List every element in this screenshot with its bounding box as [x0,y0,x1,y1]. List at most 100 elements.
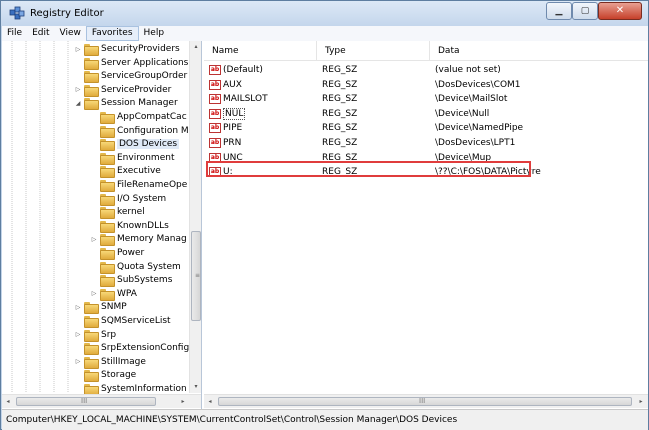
tree-item[interactable]: AppCompatCac [90,111,187,124]
menu-view[interactable]: View [55,26,86,41]
expand-arrow-icon[interactable]: ▷ [74,331,82,338]
close-button[interactable]: ✕ [598,2,642,20]
tree-item[interactable]: ▷ StillImage [74,356,146,369]
expand-arrow-icon[interactable]: ▷ [74,86,82,93]
column-name-header[interactable]: Name [204,41,317,61]
minimize-icon: ▁ [555,5,563,16]
folder-icon [84,302,99,315]
tree-hscroll-thumb[interactable]: III [16,397,156,406]
tree-item[interactable]: SubSystems [90,274,172,288]
tree-item-label: Server Applications [101,57,189,68]
tree-item[interactable]: Environment [90,152,174,165]
window-controls: ▁ ▢ ✕ [546,2,642,20]
expand-arrow-icon[interactable]: ▷ [74,304,82,311]
string-value-icon: ab [209,94,221,105]
values-pane: Name Type Data ab (Default) REG_SZ (value n… [204,41,648,409]
tree-item[interactable]: ◢ Session Manager [74,97,178,111]
value-row[interactable]: ab PIPE REG_SZ \Device\NamedPipe [204,121,648,135]
tree-item-label: kernel [117,207,145,218]
scroll-left-icon[interactable]: ◂ [204,395,216,409]
folder-icon [100,234,115,247]
tree-item[interactable]: kernel [90,206,145,220]
value-data-cell: \Device\MailSlot [435,94,508,105]
column-type-header[interactable]: Type [317,41,430,61]
tree-item[interactable]: ▷ Srp [74,329,116,342]
tree-item-label: SNMP [101,302,127,313]
scroll-right-icon[interactable]: ▸ [635,395,647,409]
value-name: PRN [223,138,242,148]
value-data-cell: \DosDevices\COM1 [435,79,521,90]
status-bar: Computer\HKEY_LOCAL_MACHINE\SYSTEM\Curre… [2,409,648,430]
tree-scroll-thumb[interactable]: ≡ [191,231,201,321]
tree-item[interactable]: ▷ SecurityProviders [74,43,180,56]
scroll-right-icon[interactable]: ▸ [177,395,189,409]
tree-item-label: SrpExtensionConfig [101,343,190,354]
menu-bar: File Edit View Favorites Help [2,26,648,41]
tree-horizontal-scrollbar[interactable]: ◂ III ▸ [2,394,201,408]
expand-arrow-icon[interactable]: ▷ [74,358,82,365]
menu-file[interactable]: File [2,26,27,41]
value-data-cell: \Device\Null [435,108,490,119]
list-hscroll-thumb[interactable]: III [218,397,632,406]
folder-icon [84,71,99,84]
value-row[interactable]: ab PRN REG_SZ \DosDevices\LPT1 [204,136,648,150]
tree-vertical-scrollbar[interactable]: ▴ ≡ ▾ [189,41,201,393]
value-type-cell: REG_SZ [322,123,358,134]
value-row[interactable]: ab AUX REG_SZ \DosDevices\COM1 [204,78,648,92]
string-value-icon: ab [209,65,221,75]
value-row[interactable]: ab NUL REG_SZ \Device\Null [204,107,648,121]
scroll-left-icon[interactable]: ◂ [2,395,14,409]
tree-item[interactable]: I/O System [90,193,166,206]
tree-item[interactable]: ▷ Memory Manag [90,233,187,247]
tree-pane: ▷ SecurityProviders Server Applications Ser… [2,41,202,409]
tree-item[interactable]: ▷ ServiceProvider [74,84,172,97]
expand-arrow-icon[interactable]: ▷ [74,46,82,53]
expand-arrow-icon[interactable]: ▷ [90,236,98,243]
tree-item[interactable]: Executive [90,165,161,179]
tree-item[interactable]: KnownDLLs [90,220,169,233]
tree-item[interactable]: FileRenameOpe [90,179,187,192]
tree-item-label: ServiceProvider [101,84,172,95]
tree-item-label: SQMServiceList [101,316,171,326]
value-name: AUX [223,79,242,90]
maximize-button[interactable]: ▢ [572,2,598,20]
value-data-cell: \DosDevices\LPT1 [435,138,516,148]
menu-favorites[interactable]: Favorites [85,26,139,41]
value-name-cell: ab (Default) [204,65,317,75]
tree-item[interactable]: SQMServiceList [74,315,171,328]
title-bar[interactable]: Registry Editor ▁ ▢ ✕ [1,1,648,26]
list-horizontal-scrollbar[interactable]: ◂ III ▸ [204,394,648,408]
column-data-header[interactable]: Data [430,41,648,61]
tree-item[interactable]: Server Applications [74,57,189,70]
grip-icon: III [419,397,426,405]
folder-icon [84,343,99,356]
tree-item[interactable]: ▷ SNMP [74,301,127,315]
scroll-down-icon[interactable]: ▾ [190,381,201,393]
menu-edit[interactable]: Edit [27,26,54,41]
string-value-icon: ab [209,138,221,148]
expand-arrow-icon[interactable]: ◢ [74,100,82,107]
tree-item-label: KnownDLLs [117,220,169,231]
folder-icon [100,125,115,138]
expand-arrow-icon[interactable]: ▷ [90,290,98,297]
folder-icon [84,57,99,70]
folder-icon [100,220,115,233]
folder-icon [84,356,99,369]
menu-help[interactable]: Help [139,26,170,41]
minimize-button[interactable]: ▁ [546,2,572,20]
tree-item[interactable]: Storage [74,369,136,383]
tree-item[interactable]: Quota System [90,261,181,274]
string-value-icon: ab [209,123,221,134]
tree-item[interactable]: ServiceGroupOrder [74,70,187,84]
tree-item[interactable]: ▷ WPA [90,288,137,301]
scroll-up-icon[interactable]: ▴ [190,41,201,53]
tree-item[interactable]: SrpExtensionConfig [74,342,190,356]
value-row[interactable]: ab (Default) REG_SZ (value not set) [204,63,648,77]
tree-item-label: Quota System [117,261,181,272]
value-data-cell: (value not set) [435,65,501,75]
tree-item[interactable]: Configuration M [90,125,189,138]
tree-item[interactable]: DOS Devices [90,138,180,152]
value-type-cell: REG_SZ [322,138,358,148]
value-row[interactable]: ab MAILSLOT REG_SZ \Device\MailSlot [204,92,648,106]
tree-item[interactable]: Power [90,247,144,260]
